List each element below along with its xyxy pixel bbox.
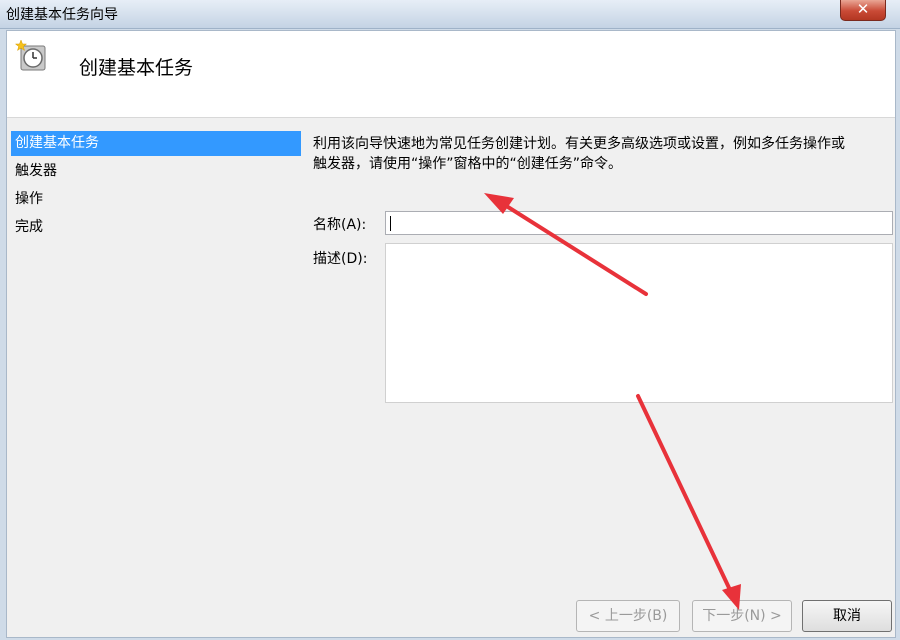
wizard-steps-sidebar: 创建基本任务 触发器 操作 完成 bbox=[7, 118, 307, 637]
description-label: 描述(D): bbox=[313, 251, 368, 267]
sidebar-item-action[interactable]: 操作 bbox=[11, 187, 301, 212]
instruction-line-2: 触发器，请使用“操作”窗格中的“创建任务”命令。 bbox=[313, 156, 623, 172]
wizard-client-area: 创建基本任务 创建基本任务 触发器 操作 完成 利用该向导快速地为常见任务创建计… bbox=[6, 30, 896, 638]
instruction-text: 利用该向导快速地为常见任务创建计划。有关更多高级选项或设置，例如多任务操作或 触… bbox=[313, 134, 893, 174]
window-title: 创建基本任务向导 bbox=[6, 7, 118, 23]
clock-icon bbox=[15, 39, 46, 71]
sidebar-item-finish[interactable]: 完成 bbox=[11, 215, 301, 240]
description-textarea[interactable] bbox=[385, 243, 893, 403]
wizard-window: 创建基本任务向导 ✕ 创建基本任务 创建基本任务 触发器 操作 完成 利用该向导… bbox=[0, 0, 900, 640]
title-bar[interactable]: 创建基本任务向导 ✕ bbox=[0, 0, 900, 29]
cancel-button[interactable]: 取消 bbox=[802, 600, 892, 632]
close-button[interactable]: ✕ bbox=[840, 0, 886, 21]
name-label: 名称(A): bbox=[313, 217, 367, 233]
back-button[interactable]: < 上一步(B) bbox=[576, 600, 680, 632]
next-button[interactable]: 下一步(N) > bbox=[692, 600, 792, 632]
instruction-line-1: 利用该向导快速地为常见任务创建计划。有关更多高级选项或设置，例如多任务操作或 bbox=[313, 136, 845, 152]
sidebar-item-create-basic-task[interactable]: 创建基本任务 bbox=[11, 131, 301, 156]
page-title: 创建基本任务 bbox=[79, 57, 194, 79]
wizard-header: 创建基本任务 bbox=[7, 31, 895, 118]
sidebar-item-trigger[interactable]: 触发器 bbox=[11, 159, 301, 184]
name-input[interactable] bbox=[385, 211, 893, 235]
